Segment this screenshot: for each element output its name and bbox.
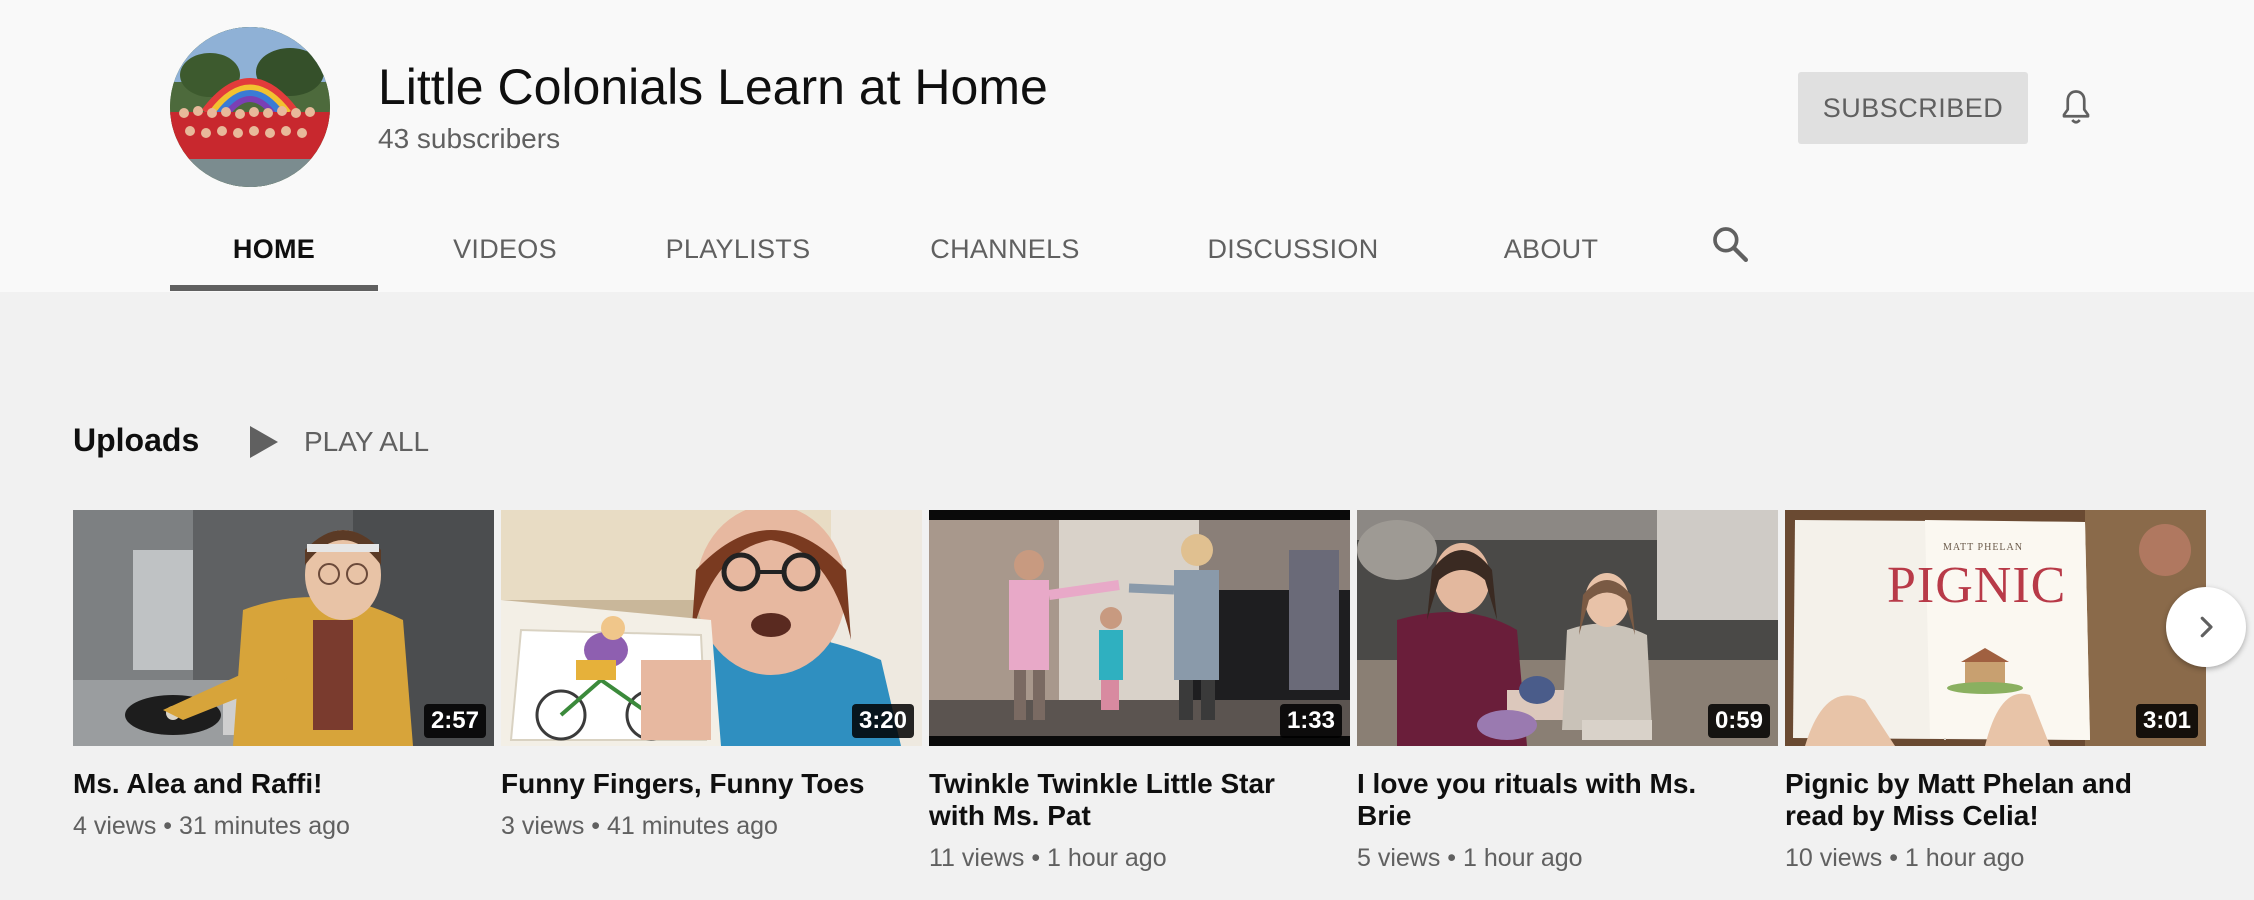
subscriber-count: 43 subscribers bbox=[378, 123, 561, 154]
tab-videos[interactable]: VIDEOS bbox=[442, 210, 568, 288]
video-metadata: 4 views • 31 minutes ago bbox=[73, 812, 350, 840]
section-title: Uploads bbox=[73, 422, 200, 458]
video-thumbnail[interactable]: MATT PHELAN PIGNIC 3:01 bbox=[1785, 510, 2206, 746]
play-all-label: PLAY ALL bbox=[304, 426, 430, 457]
tab-playlists[interactable]: PLAYLISTS bbox=[658, 210, 818, 288]
video-title[interactable]: Funny Fingers, Funny Toes bbox=[501, 768, 901, 800]
book-author-text: MATT PHELAN bbox=[1943, 542, 2023, 553]
channel-name: Little Colonials Learn at Home bbox=[378, 59, 1048, 115]
tab-channels[interactable]: CHANNELS bbox=[922, 210, 1088, 288]
subscribed-button[interactable]: SUBSCRIBED bbox=[1798, 72, 2028, 144]
video-card[interactable]: 2:57 Ms. Alea and Raffi! 4 views • 31 mi… bbox=[73, 510, 494, 841]
active-tab-indicator bbox=[170, 285, 378, 291]
video-thumbnail[interactable]: 1:33 bbox=[929, 510, 1350, 746]
book-cover-title: PIGNIC bbox=[1887, 557, 2066, 614]
video-title[interactable]: Ms. Alea and Raffi! bbox=[73, 768, 473, 800]
bell-icon[interactable] bbox=[2058, 88, 2094, 128]
video-metadata: 10 views • 1 hour ago bbox=[1785, 844, 2025, 872]
video-title[interactable]: Twinkle Twinkle Little Star with Ms. Pat bbox=[929, 768, 1329, 832]
channel-avatar[interactable] bbox=[170, 27, 330, 187]
video-thumbnail[interactable]: 2:57 bbox=[73, 510, 494, 746]
video-duration: 1:33 bbox=[1279, 704, 1342, 738]
play-all-button[interactable]: PLAY ALL bbox=[250, 420, 429, 464]
video-duration: 0:59 bbox=[1707, 704, 1770, 738]
video-duration: 2:57 bbox=[423, 704, 486, 738]
chevron-right-icon bbox=[2200, 616, 2213, 638]
video-title[interactable]: Pignic by Matt Phelan and read by Miss C… bbox=[1785, 768, 2185, 832]
video-card[interactable]: 1:33 Twinkle Twinkle Little Star with Ms… bbox=[929, 510, 1350, 873]
video-thumbnail[interactable]: 3:20 bbox=[501, 510, 922, 746]
video-card[interactable]: 0:59 I love you rituals with Ms. Brie 5 … bbox=[1357, 510, 1778, 873]
video-duration: 3:01 bbox=[2135, 704, 2198, 738]
video-metadata: 5 views • 1 hour ago bbox=[1357, 844, 1583, 872]
tab-home[interactable]: HOME bbox=[170, 210, 378, 288]
video-metadata: 3 views • 41 minutes ago bbox=[501, 812, 778, 840]
tab-discussion[interactable]: DISCUSSION bbox=[1198, 210, 1388, 288]
search-icon[interactable] bbox=[1710, 224, 1750, 264]
video-card[interactable]: MATT PHELAN PIGNIC 3:01 Pignic by Matt P… bbox=[1785, 510, 2206, 873]
carousel-next-button[interactable] bbox=[2166, 587, 2246, 667]
video-title[interactable]: I love you rituals with Ms. Brie bbox=[1357, 768, 1757, 832]
video-card[interactable]: 3:20 Funny Fingers, Funny Toes 3 views •… bbox=[501, 510, 922, 841]
video-thumbnail[interactable]: 0:59 bbox=[1357, 510, 1778, 746]
video-duration: 3:20 bbox=[851, 704, 914, 738]
video-metadata: 11 views • 1 hour ago bbox=[929, 844, 1167, 872]
channel-header: Little Colonials Learn at Home 43 subscr… bbox=[0, 0, 2254, 292]
play-icon bbox=[250, 426, 278, 458]
tab-about[interactable]: ABOUT bbox=[1490, 210, 1612, 288]
